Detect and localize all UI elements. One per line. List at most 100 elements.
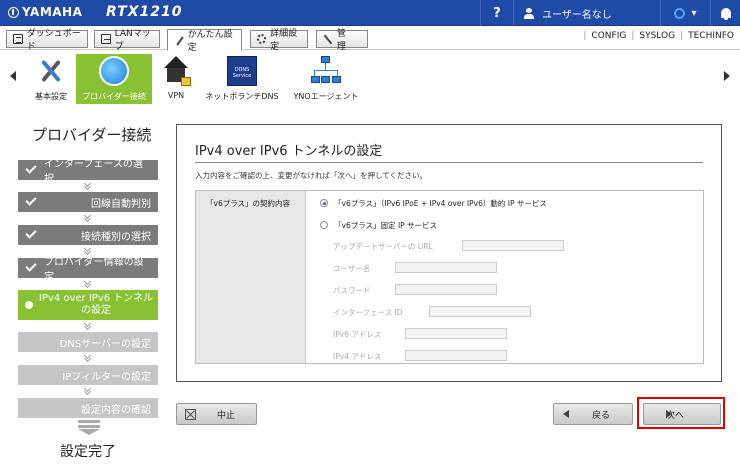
field-label: IPv6 アドレス <box>333 330 382 339</box>
password-field[interactable] <box>395 284 497 295</box>
step-finish: 設定完了 <box>60 444 116 460</box>
steps-title: プロバイダー接続 <box>32 126 152 144</box>
field-label: IPv4 アドレス <box>333 352 382 361</box>
option-fixed-ip-label[interactable]: 「v6プラス」固定 IP サービス <box>334 220 437 231</box>
option-dynamic-ip-label[interactable]: 「v6プラス」（IPv6 IPoE + IPv4 over IPv6）動的 IP… <box>334 198 547 209</box>
contract-table: 「v6プラス」の契約内容 「v6プラス」（IPv6 IPoE + IPv4 ov… <box>195 190 704 364</box>
wizard-label: 基本設定 <box>35 92 67 101</box>
wizard-provider-connection[interactable]: プロバイダー接続 <box>76 54 152 104</box>
globe-icon <box>99 56 129 86</box>
help-button[interactable]: ? <box>480 0 513 26</box>
cancel-label: 中止 <box>217 410 236 421</box>
main-tab-bar: ダッシュボード LANマップ かんたん設定 詳細設定 管 理 | CONFIG … <box>0 27 740 53</box>
user-menu[interactable]: ユーザー名なし <box>513 0 660 26</box>
tab-label: LANマップ <box>114 29 151 52</box>
settings-panel: IPv4 over IPv6 トンネルの設定 入力内容をご確認の上、変更がなけれ… <box>176 124 722 382</box>
scroll-left-arrow-icon[interactable] <box>10 71 16 81</box>
tab-label: 詳細設定 <box>270 29 298 52</box>
wizard-icon-strip: 基本設定 プロバイダー接続 VPN DDNS Service ネットボランチDN… <box>0 51 740 105</box>
chevron-down-icon <box>84 355 92 361</box>
step-connection-type: 接続種別の選択 <box>18 225 158 245</box>
status-menu[interactable]: ▾ <box>660 0 710 26</box>
notification-button[interactable] <box>710 0 740 26</box>
model-name: RTX1210 <box>106 4 183 20</box>
step-line-detection: 回線自動判別 <box>18 192 158 212</box>
cancel-button[interactable]: 中止 <box>176 403 257 425</box>
status-ring-icon <box>674 7 686 19</box>
chevron-down-icon <box>84 215 92 221</box>
bell-icon <box>720 8 731 20</box>
radio-fixed-ip[interactable] <box>320 221 328 229</box>
wrench-icon <box>323 34 333 44</box>
tab-dashboard[interactable]: ダッシュボード <box>6 29 88 52</box>
chevron-down-icon <box>84 388 92 394</box>
tab-label: 管 理 <box>336 29 355 52</box>
wizard-label: VPN <box>167 91 185 100</box>
current-step-dot-icon <box>25 301 33 309</box>
step-label: IPv4 over IPv6 トンネル の設定 <box>38 293 154 316</box>
interface-id-field[interactable] <box>429 306 531 317</box>
ipv6-address-field[interactable] <box>405 328 507 339</box>
syslog-link[interactable]: SYSLOG <box>639 31 675 41</box>
tab-management[interactable]: 管 理 <box>316 29 368 52</box>
step-dns-server: DNSサーバーの設定 <box>18 332 158 352</box>
yamaha-mark-icon <box>8 6 19 18</box>
tab-advanced-settings[interactable]: 詳細設定 <box>250 29 308 52</box>
step-ip-filter: IPフィルターの設定 <box>18 365 158 385</box>
username-field[interactable] <box>395 262 497 273</box>
tab-easy-setup[interactable]: かんたん設定 <box>167 29 242 53</box>
field-label: ユーザー名 <box>333 264 371 273</box>
row-header: 「v6プラス」の契約内容 <box>196 191 306 363</box>
ipv4-address-field[interactable] <box>405 350 507 361</box>
back-button[interactable]: 戻る <box>553 403 633 425</box>
instruction-text: 入力内容をご確認の上、変更がなければ「次へ」を押してください。 <box>195 171 428 180</box>
back-label: 戻る <box>592 410 611 421</box>
chevron-down-icon <box>84 183 92 189</box>
arrow-down-icon <box>78 420 100 435</box>
field-label: アップデートサーバーの URL <box>333 242 433 251</box>
ddns-badge: DDNS Service <box>232 67 252 79</box>
yamaha-logo: YAMAHA <box>8 5 82 19</box>
step-label: IPフィルターの設定 <box>62 371 151 383</box>
tab-label: かんたん設定 <box>187 30 233 53</box>
wizard-label: YNOエージェント <box>293 92 359 101</box>
brand-name: YAMAHA <box>22 5 83 19</box>
step-provider-info: プロバイダー情報の設定 <box>18 257 158 283</box>
chevron-down-icon: ▾ <box>691 7 697 19</box>
field-label: インターフェース ID <box>333 308 403 317</box>
user-name: ユーザー名なし <box>542 9 612 21</box>
wizard-netvolante-dns[interactable]: DDNS Service ネットボランチDNS <box>200 54 284 104</box>
tab-label: ダッシュボード <box>26 29 81 52</box>
step-label: 設定内容の確認 <box>81 404 151 416</box>
tools-icon <box>36 56 66 86</box>
step-confirm: 設定内容の確認 <box>18 398 158 418</box>
lock-icon <box>181 77 191 86</box>
close-icon <box>185 409 196 420</box>
wizard-yno-agent[interactable]: YNOエージェント <box>290 54 362 104</box>
wand-icon <box>174 35 184 46</box>
config-link[interactable]: CONFIG <box>591 31 626 41</box>
update-server-url-field[interactable] <box>462 240 564 251</box>
chevron-down-icon <box>84 281 92 287</box>
vpn-house-icon <box>161 56 191 86</box>
radio-dynamic-ip[interactable] <box>320 199 328 207</box>
lan-map-icon <box>101 34 111 44</box>
step-label: DNSサーバーの設定 <box>59 338 151 350</box>
ddns-icon: DDNS Service <box>227 56 257 86</box>
field-label: パスワード <box>333 286 371 295</box>
next-button[interactable]: 次へ <box>643 403 721 425</box>
title-divider <box>195 162 703 163</box>
wizard-label: ネットボランチDNS <box>205 92 279 101</box>
dashboard-icon <box>13 34 23 44</box>
wizard-vpn[interactable]: VPN <box>158 54 194 104</box>
wizard-label: プロバイダー接続 <box>82 92 146 101</box>
triangle-left-icon <box>563 410 569 418</box>
tab-lan-map[interactable]: LANマップ <box>94 29 160 52</box>
techinfo-link[interactable]: TECHINFO <box>688 31 734 41</box>
row-label: 「v6プラス」の契約内容 <box>206 199 291 208</box>
step-label: 接続種別の選択 <box>81 231 151 243</box>
wizard-basic-settings[interactable]: 基本設定 <box>28 54 74 104</box>
step-interface-select: インターフェースの選択 <box>18 159 158 185</box>
scroll-right-arrow-icon[interactable] <box>724 71 730 81</box>
top-bar: YAMAHA RTX1210 ? ユーザー名なし ▾ <box>0 0 740 26</box>
